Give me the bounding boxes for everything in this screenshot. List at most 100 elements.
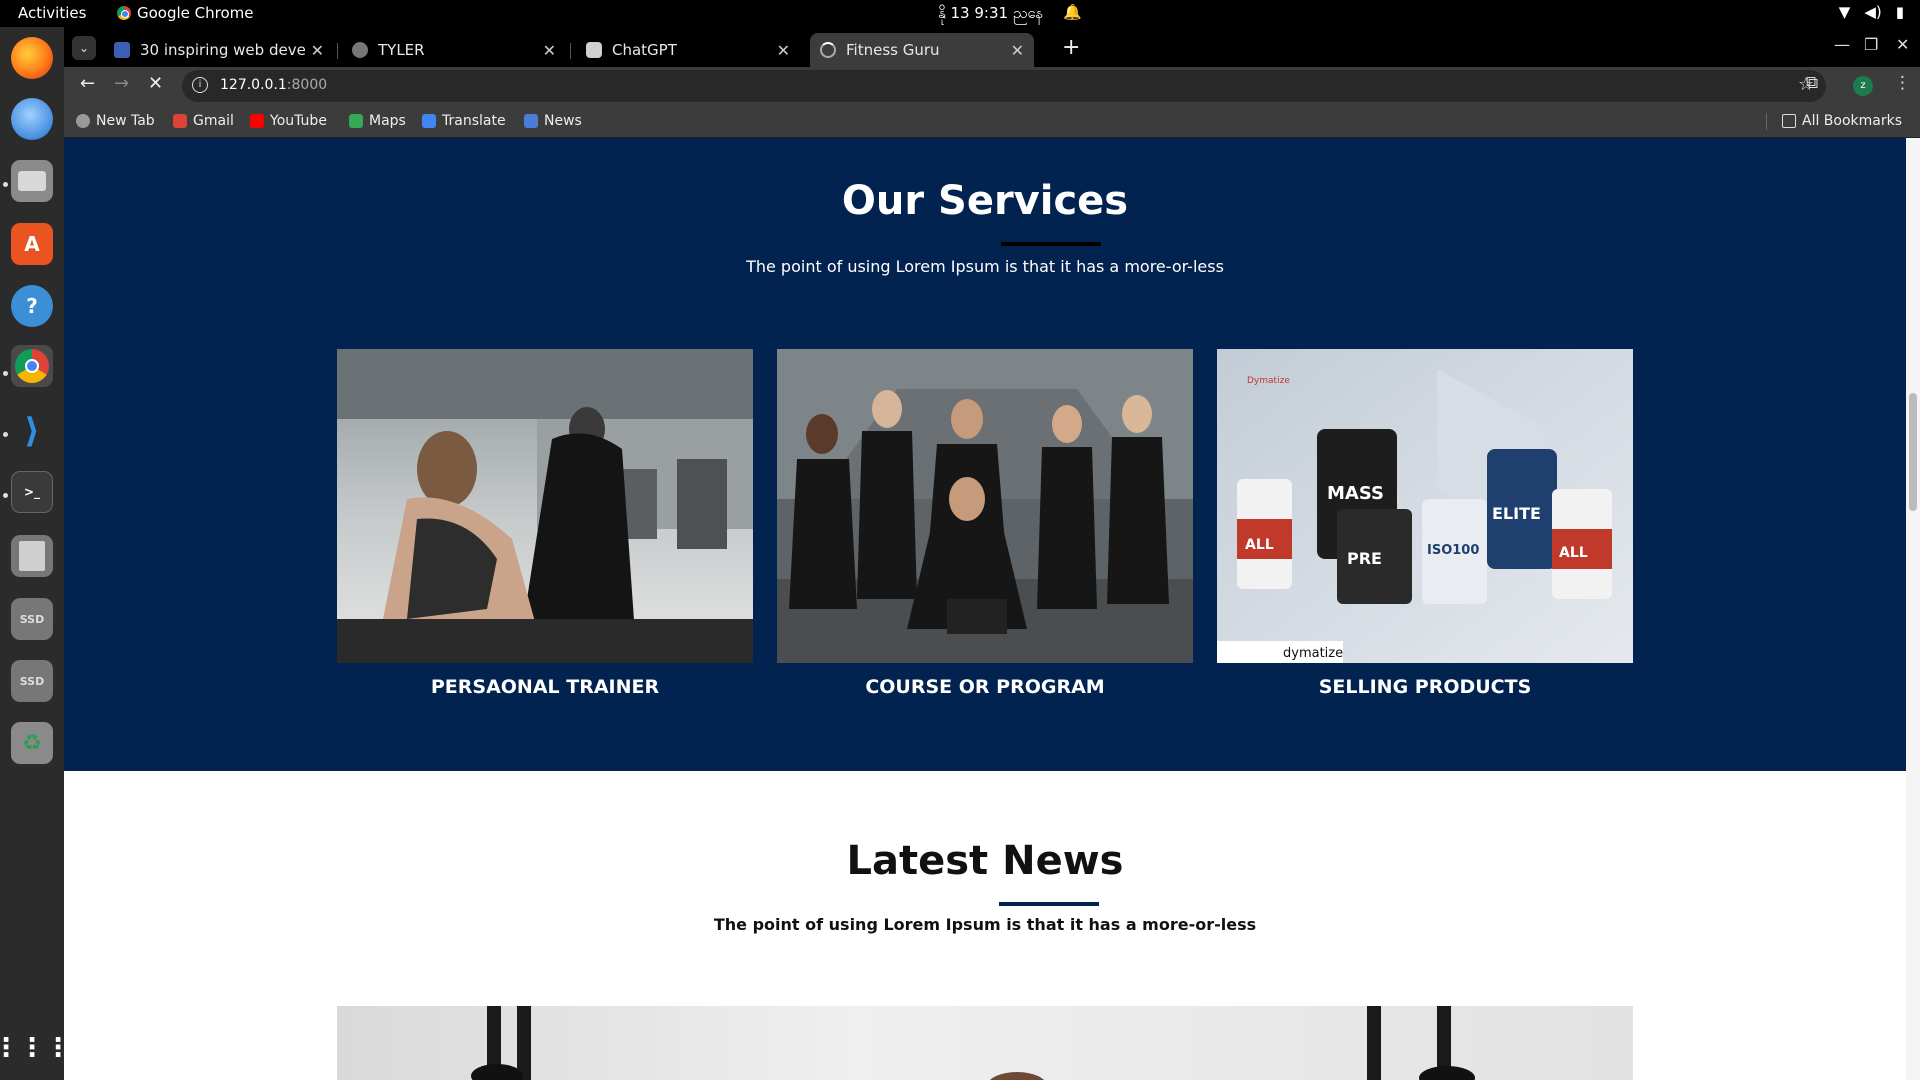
clock[interactable]: နို 13 9:31 ညနေ xyxy=(938,4,1043,26)
svg-text:PRE: PRE xyxy=(1347,549,1382,568)
notification-bell-icon[interactable]: 🔔 xyxy=(1063,3,1082,21)
maximize-icon[interactable]: ❐ xyxy=(1864,35,1878,54)
maps-icon xyxy=(349,114,363,128)
all-bookmarks[interactable]: All Bookmarks xyxy=(1782,113,1902,129)
chrome-icon xyxy=(117,6,131,20)
battery-icon: ▮ xyxy=(1895,3,1904,21)
minimize-icon[interactable]: — xyxy=(1834,35,1850,54)
vscode-icon[interactable]: ⟩ xyxy=(11,410,53,452)
browser-window: ⌄ 30 inspiring web develop ✕ TYLER ✕ Cha… xyxy=(64,27,1920,1080)
brand-tag: dymatize xyxy=(1283,646,1343,661)
news-title: Latest News xyxy=(846,838,1124,884)
bookmark-maps[interactable]: Maps xyxy=(349,113,406,129)
chatgpt-icon xyxy=(586,42,602,58)
chrome-dock-icon[interactable] xyxy=(11,345,53,387)
card-title-personal-trainer: PERSAONAL TRAINER xyxy=(430,676,660,698)
url-host: 127.0.0.1 xyxy=(220,77,287,93)
back-button[interactable]: ← xyxy=(80,73,95,94)
bookmarks-bar: New Tab Gmail YouTube Maps Translate New… xyxy=(64,105,1920,138)
news-subtitle: The point of using Lorem Ipsum is that i… xyxy=(713,915,1257,934)
personal-trainer-image[interactable] xyxy=(337,349,753,663)
folder-icon xyxy=(1782,114,1796,128)
firefox-icon[interactable] xyxy=(11,37,53,79)
svg-text:ISO100: ISO100 xyxy=(1427,543,1479,558)
close-tab-icon[interactable]: ✕ xyxy=(1011,41,1024,60)
bookmark-translate[interactable]: Translate xyxy=(422,113,506,129)
tab-inspiring[interactable]: 30 inspiring web develop ✕ xyxy=(104,33,334,67)
svg-text:ELITE: ELITE xyxy=(1492,504,1541,523)
app-center-icon[interactable]: A xyxy=(11,223,53,265)
drive-ssd-icon-2[interactable]: SSD xyxy=(11,660,53,702)
terminal-icon[interactable]: >_ xyxy=(11,471,53,513)
wifi-icon: ▼ xyxy=(1838,3,1851,21)
translate-icon xyxy=(422,114,436,128)
tab-fitness-guru[interactable]: Fitness Guru ✕ xyxy=(810,33,1034,67)
window-close-icon[interactable]: ✕ xyxy=(1896,35,1909,54)
site-info-icon[interactable]: i xyxy=(192,77,208,93)
card-title-course-program: COURSE OR PROGRAM xyxy=(865,676,1105,698)
system-top-bar: Activities Google Chrome နို 13 9:31 ညနေ… xyxy=(0,0,1920,27)
system-tray[interactable]: ▼ ◀) ▮ xyxy=(1839,3,1904,21)
close-tab-icon[interactable]: ✕ xyxy=(311,41,324,60)
dock: A ? ⟩ >_ SSD SSD ♻ ⋮⋮⋮ xyxy=(0,27,71,1080)
globe-icon xyxy=(76,114,90,128)
trash-icon[interactable]: ♻ xyxy=(11,722,53,764)
help-icon[interactable]: ? xyxy=(11,285,53,327)
close-tab-icon[interactable]: ✕ xyxy=(777,41,790,60)
gmail-icon xyxy=(173,114,187,128)
selling-products-image[interactable]: Dymatize MASS ELITE ALL PRE ISO100 ALL d… xyxy=(1217,349,1633,663)
activities-button[interactable]: Activities xyxy=(18,4,86,22)
page-viewport: Our Services The point of using Lorem Ip… xyxy=(64,138,1920,1080)
course-program-image[interactable] xyxy=(777,349,1193,663)
news-icon xyxy=(524,114,538,128)
profile-avatar[interactable]: z xyxy=(1853,76,1873,96)
tab-title: Fitness Guru xyxy=(846,41,940,59)
stop-button[interactable]: ✕ xyxy=(148,73,163,94)
browser-toolbar: ← → ✕ i 127.0.0.1:8000 ☆ ⧉ z ⋮ xyxy=(64,67,1920,105)
tab-title: TYLER xyxy=(378,41,425,59)
svg-text:MASS: MASS xyxy=(1327,483,1384,504)
app-menu[interactable]: Google Chrome xyxy=(117,4,254,22)
svg-text:ALL: ALL xyxy=(1245,537,1274,553)
youtube-icon xyxy=(250,114,264,128)
tab-search-icon[interactable]: ⌄ xyxy=(72,36,96,60)
services-title-underline xyxy=(1001,242,1101,246)
news-title-underline xyxy=(999,902,1099,906)
address-bar[interactable]: i 127.0.0.1:8000 ☆ xyxy=(182,70,1826,102)
tab-title: 30 inspiring web develop xyxy=(140,41,305,59)
app-name: Google Chrome xyxy=(137,4,254,22)
drive-ssd-icon[interactable]: SSD xyxy=(11,598,53,640)
close-tab-icon[interactable]: ✕ xyxy=(543,41,556,60)
bookmark-new-tab[interactable]: New Tab xyxy=(76,113,155,129)
services-section: Our Services The point of using Lorem Ip… xyxy=(64,138,1906,771)
extensions-icon[interactable]: ⧉ xyxy=(1806,73,1818,93)
show-apps-icon[interactable]: ⋮⋮⋮ xyxy=(0,1027,71,1069)
new-tab-button[interactable]: + xyxy=(1062,35,1080,60)
bookmark-news[interactable]: News xyxy=(524,113,582,129)
svg-text:ALL: ALL xyxy=(1559,545,1588,561)
card-title-selling-products: SELLING PRODUCTS xyxy=(1318,676,1532,698)
thunderbird-icon[interactable] xyxy=(11,98,53,140)
tab-favicon-icon xyxy=(352,42,368,58)
text-editor-icon[interactable] xyxy=(11,535,53,577)
forward-button[interactable]: → xyxy=(114,73,129,94)
chrome-menu-icon[interactable]: ⋮ xyxy=(1894,73,1911,93)
brand-mark: Dymatize xyxy=(1247,376,1290,386)
tab-chatgpt[interactable]: ChatGPT ✕ xyxy=(576,33,800,67)
bookmark-youtube[interactable]: YouTube xyxy=(250,113,327,129)
scrollbar-thumb[interactable] xyxy=(1909,393,1917,511)
tab-tyler[interactable]: TYLER ✕ xyxy=(342,33,566,67)
services-title: Our Services xyxy=(841,178,1129,224)
tab-strip: ⌄ 30 inspiring web develop ✕ TYLER ✕ Cha… xyxy=(64,27,1920,67)
url-port: :8000 xyxy=(286,77,328,93)
services-subtitle: The point of using Lorem Ipsum is that i… xyxy=(746,257,1224,276)
bookmark-gmail[interactable]: Gmail xyxy=(173,113,234,129)
news-image[interactable] xyxy=(337,1006,1633,1080)
tab-favicon-icon xyxy=(114,42,130,58)
page-scrollbar[interactable] xyxy=(1906,138,1920,1080)
volume-icon: ◀) xyxy=(1864,3,1882,21)
loading-spinner-icon xyxy=(820,42,836,58)
files-icon[interactable] xyxy=(11,160,53,202)
tab-title: ChatGPT xyxy=(612,41,677,59)
address-url: 127.0.0.1:8000 xyxy=(220,77,327,93)
